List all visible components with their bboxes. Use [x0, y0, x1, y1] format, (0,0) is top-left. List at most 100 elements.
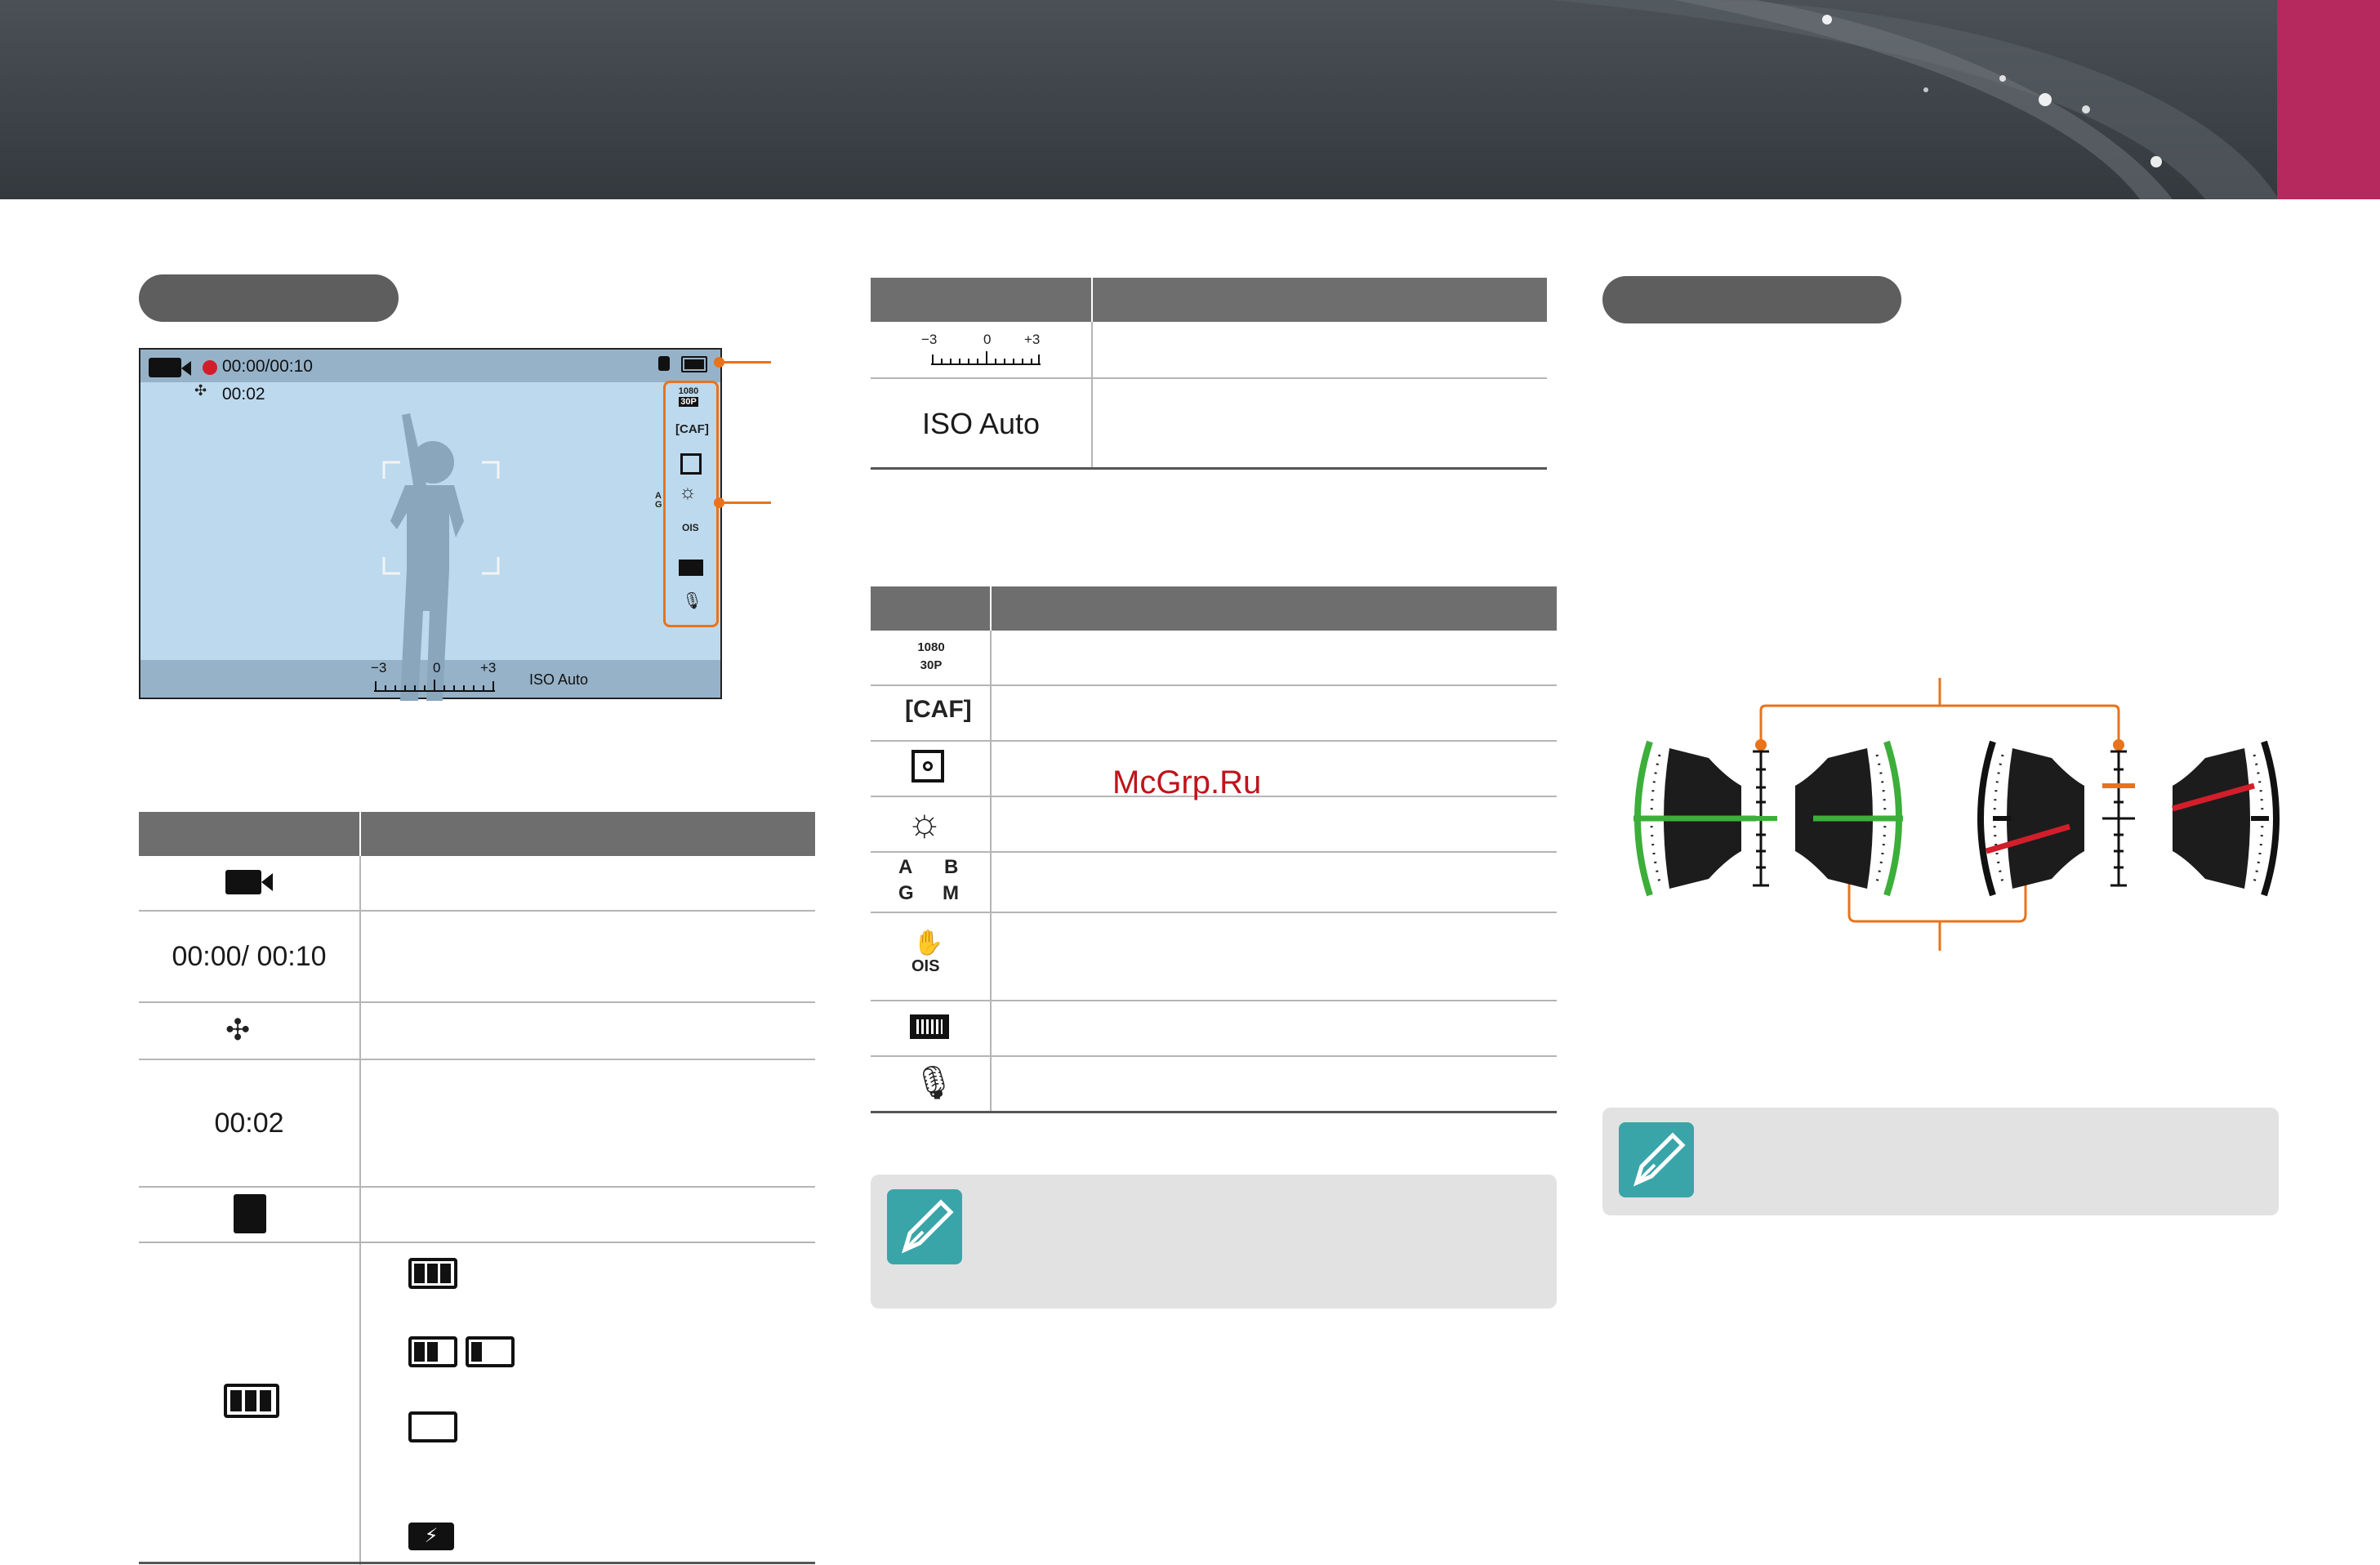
ev-scale-minus: −3 — [371, 660, 387, 675]
white-balance-icon: ☼ — [907, 801, 943, 845]
wb-adjust-icon: A B G M — [898, 856, 964, 908]
row-divider — [871, 740, 1557, 742]
exposure-scale-plus: +3 — [1024, 332, 1041, 347]
iso-indicator: ISO Auto — [529, 671, 589, 688]
exposure-scale-minus: −3 — [921, 332, 938, 347]
cinema-frame-icon — [910, 1014, 949, 1039]
row-divider — [139, 1186, 815, 1188]
section-heading-pill — [139, 274, 399, 322]
options-table-header — [871, 586, 1557, 631]
row-divider — [871, 684, 1557, 686]
wind-cut-icon: ✣ — [225, 1013, 251, 1046]
elapsed-time: 00:02 — [222, 385, 265, 404]
options-column-divider — [990, 631, 992, 1112]
gauge4-body — [2173, 748, 2250, 889]
focus-frame — [382, 461, 500, 575]
ev-scale-plus: +3 — [480, 660, 497, 675]
battery-half-icon — [408, 1336, 457, 1367]
table-bottom-line — [139, 1562, 815, 1564]
battery-icon — [224, 1384, 279, 1418]
info-table-header — [139, 812, 815, 856]
battery-charging-icon: ⚡ — [408, 1523, 454, 1550]
row-divider — [871, 1000, 1557, 1001]
white-balance-icon: ☼ — [679, 481, 697, 503]
ev-scale-zero: 0 — [433, 660, 441, 675]
caf-icon: [CAF] — [675, 422, 709, 436]
row-divider — [139, 1001, 815, 1003]
movie-camera-lens-icon — [181, 361, 191, 376]
gauge3-arc — [1977, 740, 1996, 897]
options-table-bottom-line — [871, 1111, 1557, 1113]
recording-time: 00:00/00:10 — [222, 357, 313, 376]
movie-mode-icon — [149, 358, 181, 377]
watermark-text: McGrp.Ru — [1112, 765, 1262, 800]
exposure-column-divider — [1091, 322, 1093, 469]
movie-size-value: 1080 30P — [917, 640, 945, 672]
memory-card-icon — [658, 356, 670, 371]
exposure-table-bottom-line — [871, 467, 1547, 470]
row-divider — [139, 1059, 815, 1060]
wind-cut-icon: ✣ — [194, 382, 207, 399]
callout-dot-icons — [714, 497, 724, 508]
bottom-bracket-line — [1847, 825, 2027, 923]
note-pen-icon — [887, 1189, 962, 1264]
wb-m-label: M — [943, 882, 959, 904]
note-pen-icon — [1619, 1122, 1694, 1197]
movie-screen-illustration: 00:00/00:10 ✣ 00:02 1080 30P [CAF] ☼ OIS … — [139, 348, 722, 701]
ois-icon: OIS — [682, 522, 699, 533]
gauge3-body — [2007, 748, 2084, 889]
page-header-banner — [0, 0, 2380, 199]
cinema-frame-icon — [679, 560, 703, 576]
battery-empty-icon — [408, 1411, 457, 1442]
metering-icon — [680, 453, 702, 475]
top-bracket-dot-left — [1755, 739, 1767, 751]
battery-full-icon — [408, 1258, 457, 1289]
row-divider — [871, 1055, 1557, 1057]
row-divider — [139, 1242, 815, 1243]
wb-a-label: A — [898, 856, 913, 878]
exposure-scale-zero: 0 — [983, 332, 992, 347]
exposure-header-divider — [1091, 278, 1093, 322]
note-box — [871, 1175, 1557, 1309]
info-table-column-divider — [359, 856, 361, 1565]
movie-mode-icon — [225, 870, 261, 894]
movie-size-1080-30p-icon: 1080 30P — [678, 386, 699, 407]
voice-mute-icon: 🎙 — [913, 1065, 955, 1101]
memory-card-icon — [234, 1194, 266, 1233]
metering-icon — [911, 750, 944, 782]
options-header-divider — [990, 586, 992, 631]
lens-swoosh-graphic — [1552, 0, 2279, 199]
row-divider — [871, 377, 1547, 379]
wb-b-label: B — [944, 856, 959, 878]
shooting-options-icon-group: 1080 30P [CAF] ☼ OIS 🎙 — [663, 381, 719, 627]
recording-dot-icon — [203, 360, 217, 375]
caf-label: CAF — [913, 696, 964, 723]
level-gauge-diagram — [1633, 678, 2280, 951]
note-box — [1602, 1108, 2279, 1215]
top-bracket-line — [1759, 704, 2120, 743]
exposure-table-header — [871, 278, 1547, 322]
callout-dot-top — [714, 357, 724, 368]
section-heading-pill — [1602, 276, 1901, 323]
elapsed-time-cell: 00:02 — [214, 1108, 284, 1139]
movie-camera-lens-icon — [261, 873, 273, 891]
table-row — [139, 856, 359, 910]
caf-icon: [CAF] — [905, 696, 972, 723]
battery-icon — [681, 356, 707, 372]
row-divider — [871, 912, 1557, 913]
row-divider — [871, 851, 1557, 853]
voice-mute-icon: 🎙 — [682, 592, 703, 610]
ois-icon: ✋ OIS — [911, 930, 944, 976]
callout-line-icons — [719, 502, 771, 504]
movie-size-1080-30p-icon: 1080 30P — [911, 639, 951, 676]
ois-label: OIS — [911, 957, 940, 975]
recording-time-cell: 00:00/ 00:10 — [172, 941, 327, 972]
battery-low-icon — [466, 1336, 515, 1367]
exposure-scale-ticks — [931, 351, 1041, 365]
wb-g-label: G — [898, 882, 914, 904]
ev-scale-ticks — [374, 680, 495, 692]
iso-auto-cell: ISO Auto — [921, 407, 1041, 440]
top-bracket-dot-right — [2113, 739, 2124, 751]
chapter-tab-accent — [2277, 0, 2380, 199]
row-divider — [139, 910, 815, 912]
